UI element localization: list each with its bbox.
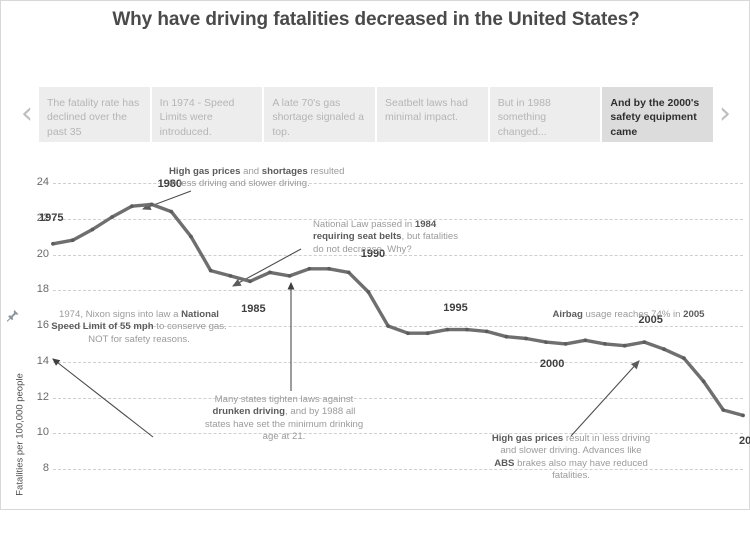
data-point[interactable] [544,340,548,344]
data-point[interactable] [603,342,607,346]
annotation-seatbelt-1984: National Law passed in 1984 requiring se… [313,219,459,255]
story-point-tab-2[interactable]: In 1974 - Speed Limits were introduced. [151,86,263,142]
year-label-1975: 1975 [39,211,64,224]
story-point-tab-5[interactable]: But in 1988 something changed... [489,86,601,142]
data-point[interactable] [622,343,627,348]
year-label-2000: 2000 [539,358,565,371]
data-point[interactable] [524,336,528,341]
data-point[interactable] [504,334,509,339]
data-point[interactable] [307,266,312,271]
data-point[interactable] [287,274,292,278]
page-title: Why have driving fatalities decreased in… [112,9,640,30]
dashboard-frame: Why have driving fatalities decreased in… [0,0,750,510]
data-point[interactable] [169,209,174,214]
story-point-tab-6[interactable]: And by the 2000's safety equipment came [602,86,714,142]
data-point[interactable] [189,234,193,239]
annotation-gas-prices-2008: High gas prices result in less driving a… [491,433,651,482]
data-point[interactable] [445,327,450,332]
data-point[interactable] [327,266,331,271]
annotation-drunken-driving-1988: Many states tighten laws against drunken… [204,394,364,443]
data-point[interactable] [70,238,75,243]
annotation-nixon-1974: 1974, Nixon signs into law a National Sp… [51,309,227,345]
data-point[interactable] [662,347,666,352]
data-point[interactable] [425,331,430,336]
data-point[interactable] [149,202,154,207]
data-point[interactable] [563,342,568,346]
story-navigator: ‹ The fatality rate has declined over th… [15,85,737,143]
data-point[interactable] [741,413,745,418]
data-point[interactable] [366,290,371,294]
line-chart: Fatalities per 100,000 people 24 22 20 18 16… [1,161,750,506]
story-point-tab-4[interactable]: Seatbelt laws had minimal impact. [377,86,488,142]
data-point[interactable] [228,274,233,278]
data-point[interactable] [701,379,706,384]
data-point[interactable] [682,356,686,361]
data-point[interactable] [110,215,114,219]
data-point[interactable] [90,227,95,232]
story-point-tabs: The fatality rate has declined over the … [39,86,714,142]
data-point[interactable] [583,338,588,343]
data-point[interactable] [406,331,410,336]
data-point[interactable] [484,329,489,334]
year-label-1985: 1985 [241,303,266,316]
chevron-right-icon[interactable]: › [713,85,737,143]
story-point-tab-1[interactable]: The fatality rate has declined over the … [39,86,150,142]
annotation-gas-prices-1979: High gas prices and shortages resulted i… [169,166,345,190]
year-label-1995: 1995 [443,301,468,314]
chevron-left-icon[interactable]: ‹ [15,85,39,143]
data-point[interactable] [465,327,469,332]
data-point[interactable] [642,340,647,344]
data-point[interactable] [386,324,390,328]
data-point[interactable] [346,270,351,275]
annotation-airbag-2005: Airbag usage reaches 74% in 2005 [552,309,705,320]
data-point[interactable] [208,268,213,273]
year-label-2010: 2010 [739,435,750,448]
data-point[interactable] [248,279,253,284]
data-point[interactable] [721,408,726,412]
story-point-tab-3[interactable]: A late 70's gas shortage signaled a top. [264,86,376,142]
data-point[interactable] [130,204,134,209]
data-point[interactable] [268,270,272,275]
data-point[interactable] [51,241,55,246]
